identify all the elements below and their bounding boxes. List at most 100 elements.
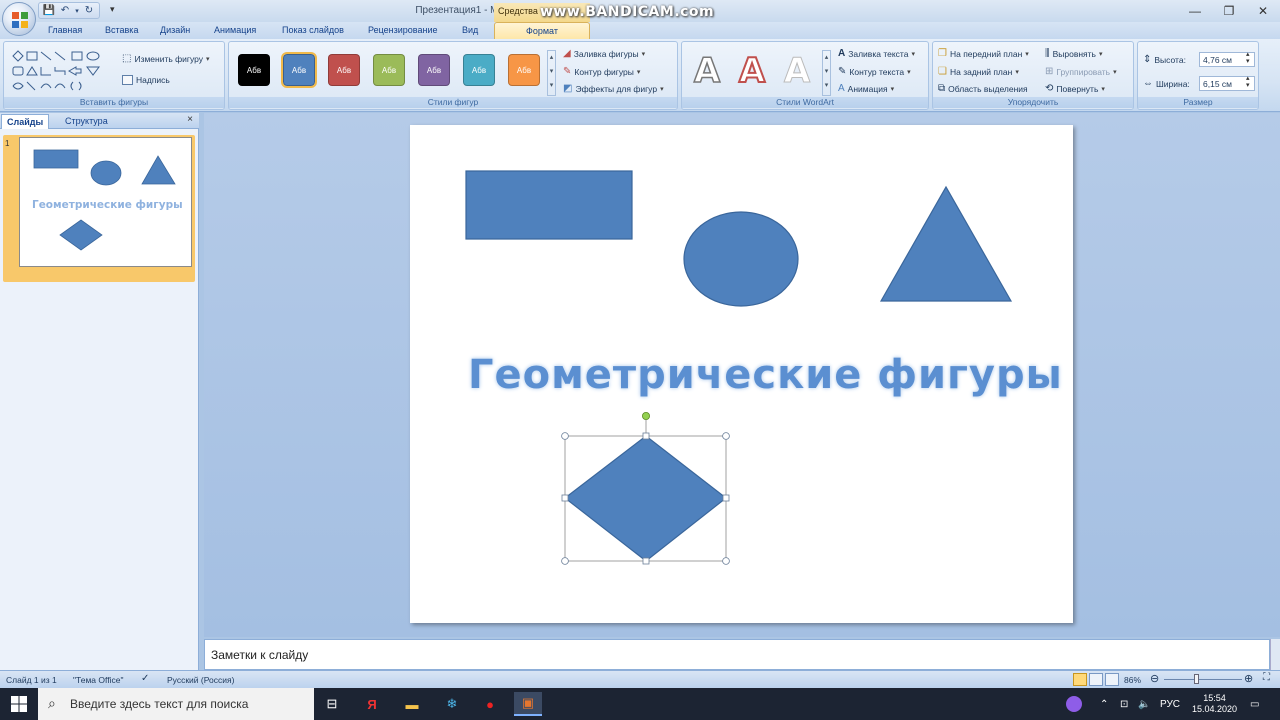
tab-home[interactable]: Главная: [48, 25, 82, 35]
windows-icon: [11, 696, 27, 712]
shape-style-swatch[interactable]: Абв: [238, 54, 270, 86]
group-button[interactable]: ⊞ Группировать ▾: [1045, 66, 1117, 77]
gallery-scroll[interactable]: ▴ ▾ ▾: [822, 50, 831, 96]
tab-slides[interactable]: Слайды: [1, 114, 50, 129]
wordart-style[interactable]: A: [732, 51, 772, 91]
language[interactable]: Русский (Россия): [167, 675, 234, 685]
notifications-icon[interactable]: ▭: [1250, 688, 1259, 720]
resize-handle[interactable]: [722, 494, 730, 502]
text-outline-icon: ✎: [838, 66, 847, 77]
close-panel-icon[interactable]: ×: [187, 114, 193, 125]
close-icon[interactable]: ✕: [1246, 0, 1280, 22]
clock-date: 15.04.2020: [1192, 704, 1238, 714]
shape-effects-button[interactable]: ◩ Эффекты для фигур ▾: [563, 83, 664, 94]
language-indicator[interactable]: РУС: [1160, 688, 1180, 720]
zoom-level[interactable]: 86%: [1124, 675, 1141, 685]
shape-style-swatch[interactable]: Абв: [328, 54, 360, 86]
ellipse-shape[interactable]: [683, 211, 799, 307]
group-icon: ⊞: [1045, 66, 1054, 77]
tab-outline[interactable]: Структура: [60, 114, 113, 129]
app-snowflake-icon[interactable]: ❄: [438, 692, 466, 716]
rotate-button[interactable]: ⟲ Повернуть ▾: [1045, 83, 1105, 94]
minimize-icon[interactable]: —: [1178, 0, 1212, 22]
wordart-style[interactable]: A: [777, 52, 817, 91]
shape-outline-button[interactable]: ✎ Контур фигуры ▾: [563, 66, 640, 77]
tab-review[interactable]: Рецензирование: [368, 25, 438, 35]
shape-style-swatch[interactable]: Абв: [508, 54, 540, 86]
resize-handle[interactable]: [722, 557, 730, 565]
tab-slideshow[interactable]: Показ слайдов: [282, 25, 344, 35]
rotation-handle[interactable]: [641, 411, 650, 420]
resize-handle[interactable]: [722, 432, 730, 440]
zoom-in-icon[interactable]: ⊕: [1244, 672, 1253, 685]
tray-expand-icon[interactable]: ⌃: [1100, 688, 1108, 720]
selection-pane-button[interactable]: ⧉ Область выделения: [938, 83, 1028, 94]
taskbar-search[interactable]: ⌕ Введите здесь текст для поиска: [38, 688, 314, 720]
powerpoint-taskbar-icon[interactable]: ▣: [514, 692, 542, 716]
gallery-scroll[interactable]: ▴ ▾ ▾: [547, 50, 556, 96]
triangle-shape[interactable]: [879, 185, 1013, 302]
clock-time: 15:54: [1203, 693, 1226, 703]
shapes-gallery[interactable]: [10, 48, 110, 96]
bring-front-button[interactable]: ❐ На передний план ▾: [938, 48, 1029, 59]
text-fill-button[interactable]: A Заливка текста ▾: [838, 48, 915, 59]
change-shape-button[interactable]: ⬚ Изменить фигуру ▾: [122, 53, 210, 64]
tab-animation[interactable]: Анимация: [214, 25, 256, 35]
rectangle-shape[interactable]: [465, 170, 633, 240]
shape-fill-button[interactable]: ◢ Заливка фигуры ▾: [563, 48, 645, 59]
resize-handle[interactable]: [642, 557, 650, 565]
text-animation-button[interactable]: A Анимация ▾: [838, 83, 894, 94]
spellcheck-icon[interactable]: ✓: [141, 673, 149, 684]
zoom-slider[interactable]: [1164, 679, 1242, 680]
notes-pane[interactable]: Заметки к слайду: [204, 639, 1270, 670]
text-box-button[interactable]: Надпись: [122, 75, 170, 85]
title-bar: 💾 ↶ ▾ ↻ ▾ Презентация1 - Microsoft Power…: [0, 0, 1280, 22]
slide-thumbnail[interactable]: Геометрические фигуры: [19, 137, 192, 267]
text-outline-button[interactable]: ✎ Контур текста ▾: [838, 66, 911, 77]
tab-format[interactable]: Формат: [494, 22, 590, 40]
file-explorer-icon[interactable]: ▬: [398, 692, 426, 716]
resize-handle[interactable]: [561, 494, 569, 502]
normal-view-icon[interactable]: [1073, 673, 1087, 686]
network-icon[interactable]: ⊡: [1120, 688, 1128, 720]
clock[interactable]: 15:54 15.04.2020: [1192, 688, 1237, 720]
volume-icon[interactable]: 🔈: [1138, 688, 1150, 720]
diamond-shape[interactable]: [564, 435, 727, 562]
start-button[interactable]: [0, 688, 38, 720]
shape-style-swatch[interactable]: Абв: [418, 54, 450, 86]
resize-handle[interactable]: [642, 432, 650, 440]
send-back-button[interactable]: ❏ На задний план ▾: [938, 66, 1019, 77]
office-button[interactable]: [2, 2, 36, 36]
shape-style-swatch[interactable]: Абв: [373, 54, 405, 86]
align-button[interactable]: ⫼ Выровнять ▾: [1045, 48, 1103, 59]
resize-handle[interactable]: [561, 432, 569, 440]
width-label: ⇔ Ширина:: [1143, 78, 1190, 89]
notes-scrollbar[interactable]: [1270, 639, 1280, 670]
assistant-icon[interactable]: [1066, 688, 1082, 720]
ribbon-tabs: Главная Вставка Дизайн Анимация Показ сл…: [0, 22, 1280, 40]
zoom-slider-thumb[interactable]: [1194, 674, 1199, 684]
tab-view[interactable]: Вид: [462, 25, 478, 35]
paint-bucket-icon: ◢: [563, 48, 571, 59]
yandex-browser-icon[interactable]: Я: [358, 692, 386, 716]
task-view-icon[interactable]: ⊟: [318, 692, 346, 716]
shape-style-swatch[interactable]: Абв: [463, 54, 495, 86]
slideshow-view-icon[interactable]: [1105, 673, 1119, 686]
tab-design[interactable]: Дизайн: [160, 25, 190, 35]
shape-style-swatch[interactable]: Абв: [281, 52, 317, 88]
theme-name: "Тема Office": [73, 675, 124, 685]
resize-handle[interactable]: [561, 557, 569, 565]
search-icon: ⌕: [48, 695, 56, 711]
record-icon[interactable]: ●: [476, 692, 504, 716]
search-placeholder: Введите здесь текст для поиска: [70, 697, 249, 711]
slide-title-wordart[interactable]: Геометрические фигуры: [468, 352, 1068, 398]
slide-sorter-icon[interactable]: [1089, 673, 1103, 686]
fit-to-window-icon[interactable]: ⛶: [1263, 672, 1270, 683]
zoom-out-icon[interactable]: ⊖: [1150, 672, 1159, 685]
wordart-style[interactable]: A: [687, 51, 727, 91]
height-spinner-icon[interactable]: ▴ ▾: [1246, 51, 1250, 65]
restore-icon[interactable]: ❐: [1212, 0, 1246, 22]
tab-insert[interactable]: Вставка: [105, 25, 138, 35]
width-spinner-icon[interactable]: ▴ ▾: [1246, 75, 1250, 89]
width-icon: ⇔: [1143, 78, 1153, 89]
